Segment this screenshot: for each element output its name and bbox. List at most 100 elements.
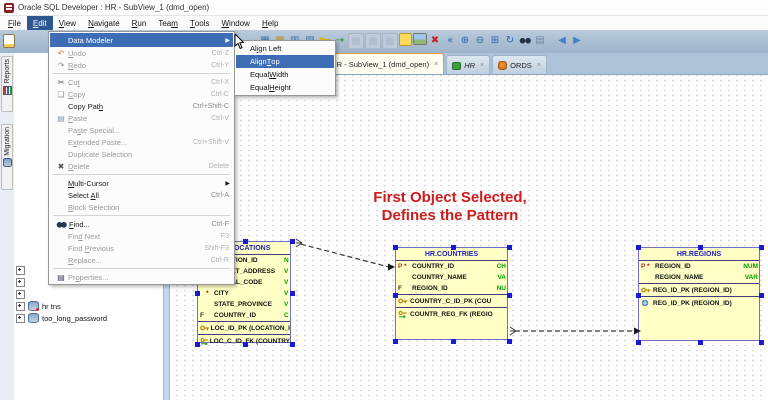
disabled-button-2[interactable]: ▦ (365, 33, 381, 49)
menu-navigate[interactable]: Navigate (82, 16, 126, 30)
menu-item-find-previous[interactable]: Find Previous Shift-F3 (50, 242, 233, 254)
selection-handle[interactable] (698, 245, 703, 250)
expander-icon[interactable] (16, 277, 25, 287)
selection-handle[interactable] (450, 245, 456, 250)
selection-handle[interactable] (450, 339, 456, 344)
selection-handle[interactable] (636, 293, 641, 298)
menu-item-multi-cursor[interactable]: Multi-Cursor ▶ (50, 177, 233, 189)
menu-item-extended-paste[interactable]: Extended Paste... Ctrl+Shift-V (50, 136, 233, 148)
menu-edit[interactable]: Edit (26, 16, 53, 30)
entity-key-row: LOC_ID_PK (LOCATION_I (198, 321, 290, 334)
menu-shortcut: Ctrl-C (210, 90, 229, 98)
menu-item-copy-path[interactable]: Copy Path Ctrl+Shift-C (50, 100, 233, 112)
selection-handle[interactable] (636, 245, 641, 250)
entity-hr-countries[interactable]: HR.COUNTRIES P * COUNTRY_ID CH COUNTRY_NAME VA… (393, 245, 512, 344)
selection-handle[interactable] (507, 292, 512, 298)
selection-handle[interactable] (393, 339, 398, 344)
selection-handle[interactable] (759, 293, 764, 298)
selection-handle[interactable] (507, 245, 512, 250)
menu-item-properties[interactable]: ▤ Properties... (50, 271, 233, 283)
selection-handle[interactable] (393, 292, 398, 298)
diagram-canvas[interactable] (170, 75, 768, 400)
search-binoculars-icon[interactable] (518, 33, 532, 47)
tree-stub-row[interactable] (16, 288, 161, 300)
menu-item-data-modeler[interactable]: Data Modeler ▶ (50, 33, 233, 47)
expander-icon[interactable] (16, 265, 25, 275)
fit-screen-icon[interactable]: ⊞ (488, 33, 502, 47)
submenu-arrow-icon: ▶ (225, 37, 230, 44)
menu-item-paste[interactable]: ▤ Paste Ctrl-V (50, 112, 233, 124)
submenu-item-equal-height[interactable]: Equal Height (236, 81, 334, 94)
menu-shortcut: Ctrl-V (211, 114, 229, 122)
menu-item-block-selection[interactable]: Block Selection (50, 201, 233, 213)
expander-icon[interactable] (16, 301, 25, 311)
menu-window[interactable]: Window (215, 16, 255, 30)
back-icon[interactable]: ◀ (555, 33, 569, 47)
zoom-in-icon[interactable]: ⊕ (458, 33, 472, 47)
sidebar-tab-reports[interactable]: Reports (1, 56, 13, 112)
menu-shortcut: Shift-F3 (204, 244, 229, 252)
menu-item-find[interactable]: Find... Ctrl-F (50, 218, 233, 230)
submenu-item-equal-width[interactable]: Equal Width (236, 68, 334, 81)
forward-icon[interactable]: ▶ (570, 33, 584, 47)
submenu-item-align-left[interactable]: Al i gn Left (236, 42, 334, 55)
selection-handle[interactable] (636, 340, 641, 345)
disabled-button-3[interactable]: ▦ (382, 33, 398, 49)
menu-item-replace[interactable]: Replace... Ctrl-R (50, 254, 233, 266)
menu-item-paste-special[interactable]: Paste Special... (50, 124, 233, 136)
menu-item-select-all[interactable]: Select All Ctrl-A (50, 189, 233, 201)
new-file-icon[interactable] (3, 34, 15, 48)
tab-hr[interactable]: HR × (446, 55, 491, 74)
image-icon[interactable] (413, 33, 427, 45)
disabled-button-1[interactable]: ▦ (348, 33, 364, 49)
annotation-line1: First Object Selected, (373, 189, 527, 206)
selection-handle[interactable] (195, 342, 200, 347)
menu-item-copy[interactable]: ❏ Copy Ctrl-C (50, 88, 233, 100)
menu-run[interactable]: Run (126, 16, 153, 30)
tab-label: ORDS (510, 60, 532, 70)
menu-item-cut[interactable]: ✂ Cut Ctrl-X (50, 76, 233, 88)
delete-icon[interactable]: ✖ (428, 33, 442, 47)
selection-handle[interactable] (290, 342, 295, 347)
selection-handle[interactable] (290, 239, 295, 244)
menu-item-delete[interactable]: ✖ Delete Delete (50, 160, 233, 172)
document-icon[interactable]: ▤ (533, 33, 547, 47)
selection-handle[interactable] (759, 340, 764, 345)
menu-item-duplicate-selection[interactable]: Duplicate Selection (50, 148, 233, 160)
menu-help[interactable]: Help (256, 16, 284, 30)
selection-handle[interactable] (290, 291, 295, 296)
tree-item-hr-tns[interactable]: hr tns (16, 300, 161, 312)
menu-separator (53, 215, 230, 216)
selection-handle[interactable] (195, 291, 200, 296)
submenu-item-align-top[interactable]: Align Top (236, 55, 334, 68)
menu-tools[interactable]: Tools (184, 16, 216, 30)
entity-column-region-id: F REGION_ID NU (396, 283, 507, 294)
selection-handle[interactable] (393, 245, 398, 250)
selection-handle[interactable] (243, 239, 248, 244)
sidebar-tab-migration[interactable]: Migration (1, 124, 13, 190)
note-icon[interactable] (399, 33, 412, 46)
menu-item-undo[interactable]: ↶ Undo Ctrl-Z (50, 47, 233, 59)
diagram-annotation[interactable]: First Object Selected, Defines the Patte… (330, 189, 570, 225)
menu-item-redo[interactable]: ↷ Redo Ctrl-Y (50, 59, 233, 71)
entity-hr-regions[interactable]: HR.REGIONS P * REGION_ID NUM REGION_NAME VAR RE… (636, 245, 764, 345)
menu-item-find-next[interactable]: Find Next F3 (50, 230, 233, 242)
menu-team[interactable]: Tea m (152, 16, 184, 30)
collapse-all-icon[interactable]: « (443, 33, 457, 47)
selection-handle[interactable] (698, 340, 703, 345)
menu-file[interactable]: File (2, 16, 27, 30)
entity-column-country-id: F COUNTRY_ID C (198, 310, 290, 321)
close-tab-icon[interactable]: × (434, 61, 438, 68)
expander-icon[interactable] (16, 313, 25, 323)
tree-item-too-long-password[interactable]: too_long_password (16, 312, 161, 324)
close-tab-icon[interactable]: × (480, 62, 484, 69)
selection-handle[interactable] (243, 342, 248, 347)
refresh-icon[interactable]: ↻ (503, 33, 517, 47)
menu-view[interactable]: View (53, 16, 82, 30)
zoom-out-icon[interactable]: ⊖ (473, 33, 487, 47)
selection-handle[interactable] (759, 245, 764, 250)
close-tab-icon[interactable]: × (537, 62, 541, 69)
tab-ords[interactable]: ORDS × (492, 55, 547, 74)
selection-handle[interactable] (507, 339, 512, 344)
expander-icon[interactable] (16, 289, 25, 299)
